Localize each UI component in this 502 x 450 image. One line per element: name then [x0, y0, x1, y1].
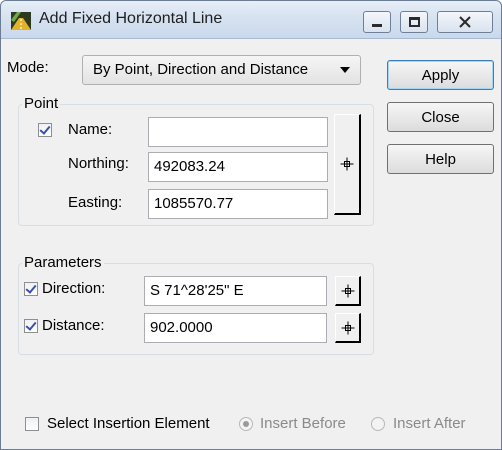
help-button[interactable]: Help: [387, 144, 494, 174]
name-label: Name:: [68, 121, 113, 138]
crosshair-icon: [340, 157, 354, 171]
crosshair-icon: [341, 284, 354, 297]
direction-label: Direction:: [42, 280, 106, 297]
insert-after-radio[interactable]: [371, 417, 385, 431]
select-insertion-element-checkbox[interactable]: [25, 417, 39, 431]
northing-field[interactable]: 492083.24: [148, 152, 328, 182]
mode-select[interactable]: By Point, Direction and Distance: [82, 55, 361, 85]
easting-field[interactable]: 1085570.77: [148, 189, 328, 219]
minimize-button[interactable]: [363, 11, 391, 33]
chevron-down-icon: [340, 67, 350, 73]
apply-button[interactable]: Apply: [387, 60, 494, 90]
minimize-icon: [372, 24, 382, 27]
insert-after-label: Insert After: [393, 415, 466, 432]
pick-point-button[interactable]: [334, 114, 361, 215]
name-checkbox[interactable]: [38, 123, 52, 137]
distance-label: Distance:: [42, 317, 105, 334]
pick-direction-button[interactable]: [335, 276, 361, 306]
maximize-button[interactable]: [400, 11, 428, 33]
title-bar[interactable]: Add Fixed Horizontal Line: [1, 1, 501, 39]
mode-label: Mode:: [7, 59, 49, 76]
name-field[interactable]: [148, 117, 328, 147]
parameters-group-title: Parameters: [22, 254, 104, 271]
close-button[interactable]: Close: [387, 102, 494, 132]
crosshair-icon: [341, 321, 354, 334]
direction-field[interactable]: S 71^28'25" E: [144, 276, 327, 306]
northing-label: Northing:: [68, 155, 129, 172]
direction-checkbox[interactable]: [24, 282, 38, 296]
road-design-icon: [11, 12, 31, 30]
insert-before-label: Insert Before: [260, 415, 346, 432]
easting-label: Easting:: [68, 194, 123, 211]
select-insertion-element-label: Select Insertion Element: [47, 415, 210, 432]
distance-checkbox[interactable]: [24, 319, 38, 333]
maximize-icon: [408, 17, 420, 27]
window-title: Add Fixed Horizontal Line: [39, 10, 223, 27]
pick-distance-button[interactable]: [335, 313, 361, 343]
insert-before-radio[interactable]: [239, 417, 253, 431]
mode-selected-value: By Point, Direction and Distance: [93, 61, 309, 78]
point-group-title: Point: [22, 95, 61, 112]
distance-field[interactable]: 902.0000: [144, 313, 327, 343]
close-window-button[interactable]: [437, 11, 493, 33]
dialog-window: Add Fixed Horizontal Line Mode: By Point…: [0, 0, 502, 450]
close-icon: [459, 16, 471, 28]
